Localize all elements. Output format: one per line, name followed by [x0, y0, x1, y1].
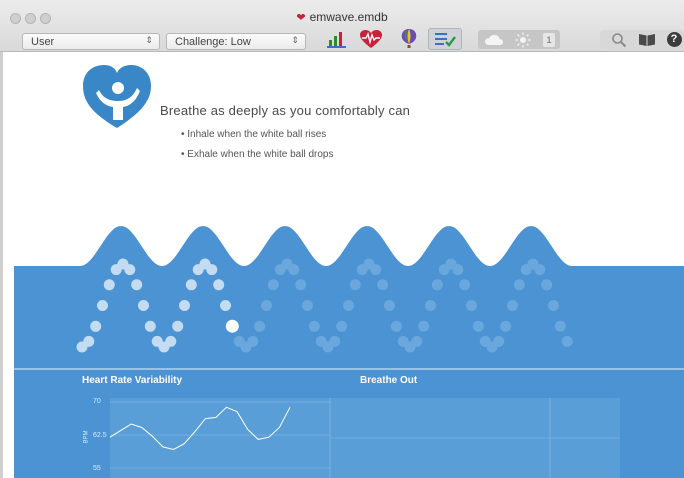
y-tick-label: 62.5: [93, 432, 107, 439]
breathe-panel-label: Breathe Out: [360, 375, 418, 386]
pacer-dot: [83, 335, 95, 347]
heartmath-logo: [81, 64, 153, 132]
instruction-headline: Breathe as deeply as you comfortably can: [160, 103, 411, 118]
hrv-chart: [109, 398, 330, 478]
pacer-dot: [377, 279, 389, 291]
pacer-dot: [254, 320, 266, 332]
bar-chart-icon[interactable]: [322, 28, 352, 50]
pacer-dot: [534, 264, 546, 276]
pacer-dot: [97, 300, 108, 311]
pacer-dot: [452, 264, 464, 276]
user-select[interactable]: User ⇕: [22, 33, 160, 50]
y-tick-label: 55: [93, 465, 101, 472]
pacer-dot: [213, 279, 225, 291]
pacer-dot: [165, 335, 177, 347]
pacer-dot: [500, 320, 512, 332]
pacer-dot: [390, 320, 402, 332]
window-title-text: emwave.emdb: [309, 10, 388, 24]
pacer-dot: [179, 300, 190, 311]
pacer-dot: [459, 279, 471, 291]
checklist-icon[interactable]: [428, 28, 462, 50]
pacer-dot: [172, 320, 184, 332]
pacer-dot: [295, 279, 307, 291]
pacer-dot: [548, 300, 559, 311]
pacer-dot: [554, 320, 566, 332]
heart-icon: ❤: [296, 12, 306, 24]
heart-wave-icon[interactable]: [356, 28, 386, 50]
y-axis-unit-label: BPM: [83, 430, 90, 444]
updown-chevron-icon: ⇕: [291, 35, 299, 45]
exhale-instruction: • Exhale when the white ball drops: [181, 149, 334, 160]
breathe-chart: [329, 398, 620, 478]
help-icon[interactable]: ?: [664, 30, 684, 49]
balloon-icon[interactable]: [395, 28, 423, 50]
pacer-dot: [561, 335, 573, 347]
pacer-dot: [144, 320, 156, 332]
pacer-dot: [472, 320, 484, 332]
number-badge-text: 1: [543, 32, 555, 47]
pacer-dot: [431, 279, 443, 291]
hrv-panel-label: Heart Rate Variability: [82, 375, 183, 386]
pacer-dot: [103, 279, 115, 291]
pacer-dot: [261, 300, 272, 311]
pacer-dot: [185, 279, 197, 291]
user-select-value: User: [31, 36, 55, 48]
y-tick-label: 70: [93, 398, 101, 405]
breath-ball: [225, 319, 239, 333]
pacer-dot: [206, 264, 218, 276]
hrv-chart-background: [110, 398, 330, 478]
pacer-dot: [370, 264, 382, 276]
pacer-dot: [425, 300, 436, 311]
number-badge-icon[interactable]: 1: [540, 30, 558, 49]
window-title: ❤ emwave.emdb: [0, 10, 684, 24]
pacer-dot: [418, 320, 430, 332]
book-icon[interactable]: [634, 30, 660, 49]
pacer-dot: [220, 300, 231, 311]
pacer-dot: [288, 264, 300, 276]
pacer-dot: [411, 335, 423, 347]
pacer-dot: [329, 335, 341, 347]
cloud-icon[interactable]: [480, 30, 508, 49]
pacer-dot: [541, 279, 553, 291]
pacer-dot: [124, 264, 136, 276]
pacer-dot: [343, 300, 354, 311]
pacer-dot: [267, 279, 279, 291]
pacer-dot: [349, 279, 361, 291]
pacer-dot: [138, 300, 149, 311]
pacer-dot: [384, 300, 395, 311]
pacer-dot: [513, 279, 525, 291]
pacer-dot: [507, 300, 518, 311]
breath-pacer: [14, 226, 684, 478]
pacer-dot: [131, 279, 143, 291]
challenge-select-value: Challenge: Low: [175, 36, 251, 48]
pacer-dot: [336, 320, 348, 332]
pacer-dot: [247, 335, 259, 347]
window-left-edge: [0, 52, 3, 478]
search-icon[interactable]: [606, 30, 632, 49]
window-titlebar: ❤ emwave.emdb User ⇕ Challenge: Low ⇕ 1 …: [0, 0, 684, 52]
pacer-dot: [302, 300, 313, 311]
sun-icon[interactable]: [510, 30, 536, 49]
pacer-dot: [493, 335, 505, 347]
help-icon-glyph: ?: [666, 32, 682, 47]
challenge-select[interactable]: Challenge: Low ⇕: [166, 33, 306, 50]
updown-chevron-icon: ⇕: [145, 35, 153, 45]
inhale-instruction: • Inhale when the white ball rises: [181, 129, 327, 140]
pacer-dot: [466, 300, 477, 311]
pacer-dot: [90, 320, 102, 332]
pacer-dot: [308, 320, 320, 332]
